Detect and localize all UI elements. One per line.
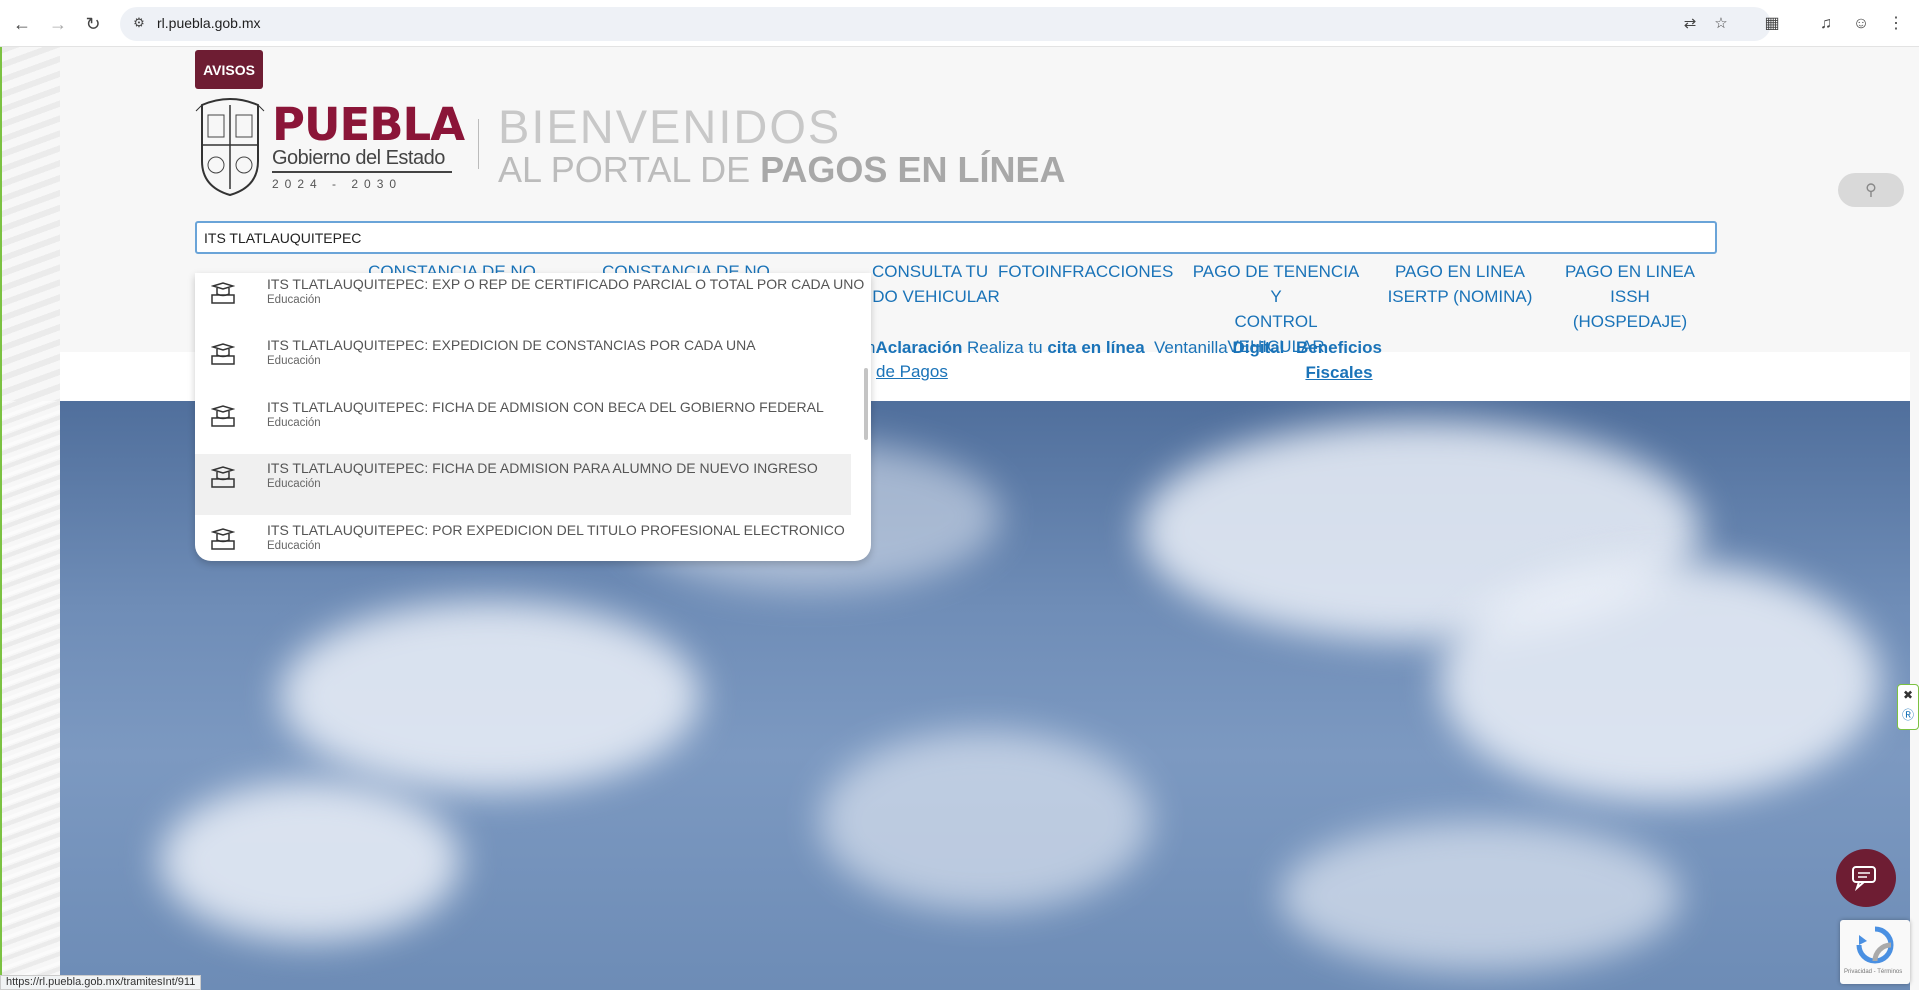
search-input[interactable] bbox=[195, 221, 1717, 254]
chat-icon bbox=[1852, 866, 1876, 891]
brand-years: 2024 - 2030 bbox=[272, 177, 403, 191]
menu-pago-issh[interactable]: PAGO EN LINEA ISSH (HOSPEDAJE) bbox=[1545, 259, 1715, 334]
accessibility-widget[interactable]: ✖ Ⓡ bbox=[1897, 684, 1919, 730]
recaptcha-icon bbox=[1856, 926, 1894, 964]
close-icon[interactable]: ✖ bbox=[1898, 685, 1918, 705]
aclaracion-link[interactable]: nAclaración bbox=[866, 335, 962, 360]
address-bar[interactable]: ⚙ rl.puebla.gob.mx ⇄ ☆ bbox=[120, 7, 1771, 41]
profile-icon[interactable]: ☺ bbox=[1849, 12, 1873, 36]
beneficios-fiscales-link[interactable]: Beneficios Fiscales bbox=[1294, 335, 1384, 385]
welcome-subtitle: AL PORTAL DE PAGOS EN LÍNEA bbox=[498, 149, 1066, 190]
forward-arrow-icon[interactable]: → bbox=[45, 11, 71, 37]
accessibility-icon[interactable]: Ⓡ bbox=[1898, 705, 1918, 725]
brand-subtitle: Gobierno del Estado bbox=[272, 147, 452, 173]
site-info-icon[interactable]: ⚙ bbox=[130, 15, 148, 33]
kebab-menu-icon[interactable]: ⋮ bbox=[1884, 12, 1908, 36]
menu-fotoinfracciones[interactable]: FOTOINFRACCIONES bbox=[998, 259, 1173, 284]
cita-en-linea-link[interactable]: Realiza tu cita en línea bbox=[967, 335, 1145, 360]
graduation-cap-icon bbox=[211, 405, 235, 427]
graduation-cap-icon bbox=[211, 343, 235, 365]
link-status-url: https://rl.puebla.gob.mx/tramitesInt/911 bbox=[0, 975, 202, 990]
ventanilla-digital-link[interactable]: Ventanilla Digital bbox=[1154, 335, 1284, 360]
accent-border bbox=[0, 47, 2, 990]
avisos-button[interactable]: AVISOS bbox=[195, 50, 263, 89]
graduation-cap-icon bbox=[211, 282, 235, 304]
chat-button[interactable] bbox=[1836, 849, 1896, 907]
recaptcha-terms[interactable]: Privacidad - Términos bbox=[1844, 969, 1902, 975]
page-content: AVISOS PUEBLA Gobierno del Estado 2024 -… bbox=[0, 47, 1919, 990]
header-divider bbox=[478, 119, 479, 169]
bookmark-star-icon[interactable]: ☆ bbox=[1711, 14, 1731, 34]
state-crest-logo bbox=[195, 98, 265, 197]
media-controls-icon[interactable]: ♫ bbox=[1814, 12, 1838, 36]
suggestion-item[interactable]: ITS TLATLAUQUITEPEC: FICHA DE ADMISION C… bbox=[195, 393, 851, 454]
recaptcha-badge[interactable]: Privacidad - Términos bbox=[1840, 920, 1910, 984]
welcome-title: BIENVENIDOS bbox=[498, 100, 842, 153]
translate-icon[interactable]: ⇄ bbox=[1680, 14, 1700, 34]
address-url[interactable]: rl.puebla.gob.mx bbox=[157, 15, 261, 31]
brand-logo[interactable]: PUEBLA Gobierno del Estado 2024 - 2030 bbox=[272, 98, 465, 191]
browser-toolbar: ← → ↻ ⚙ rl.puebla.gob.mx ⇄ ☆ ▦ ♫ ☺ ⋮ bbox=[0, 0, 1919, 47]
pagos-link[interactable]: de Pagos bbox=[876, 359, 948, 384]
suggestion-item[interactable]: ITS TLATLAUQUITEPEC: EXP O REP DE CERTIF… bbox=[195, 273, 864, 331]
graduation-cap-icon bbox=[211, 528, 235, 550]
decorative-pattern-dark bbox=[2, 401, 60, 990]
graduation-cap-icon bbox=[211, 466, 235, 488]
back-arrow-icon[interactable]: ← bbox=[9, 11, 35, 37]
suggestion-item[interactable]: ITS TLATLAUQUITEPEC: EXPEDICION DE CONST… bbox=[195, 331, 851, 392]
menu-pago-isertp[interactable]: PAGO EN LINEA ISERTP (NOMINA) bbox=[1380, 259, 1540, 309]
welcome-banner: BIENVENIDOS AL PORTAL DE PAGOS EN LÍNEA bbox=[498, 100, 1066, 190]
search-icon[interactable]: ⚲ bbox=[1838, 173, 1904, 207]
reload-icon[interactable]: ↻ bbox=[80, 11, 106, 37]
extensions-icon[interactable]: ▦ bbox=[1760, 12, 1784, 36]
search-suggestions: ITS TLATLAUQUITEPEC: EXP O REP DE CERTIF… bbox=[195, 273, 871, 561]
suggestion-item[interactable]: ITS TLATLAUQUITEPEC: FICHA DE ADMISION P… bbox=[195, 454, 851, 515]
suggestions-scrollbar[interactable] bbox=[864, 368, 868, 440]
brand-title: PUEBLA bbox=[272, 98, 465, 151]
menu-consulta-adeudo[interactable]: CONSULTA TU UDO VEHICULAR bbox=[860, 259, 1010, 309]
suggestion-item[interactable]: ITS TLATLAUQUITEPEC: POR EXPEDICION DEL … bbox=[195, 516, 851, 561]
